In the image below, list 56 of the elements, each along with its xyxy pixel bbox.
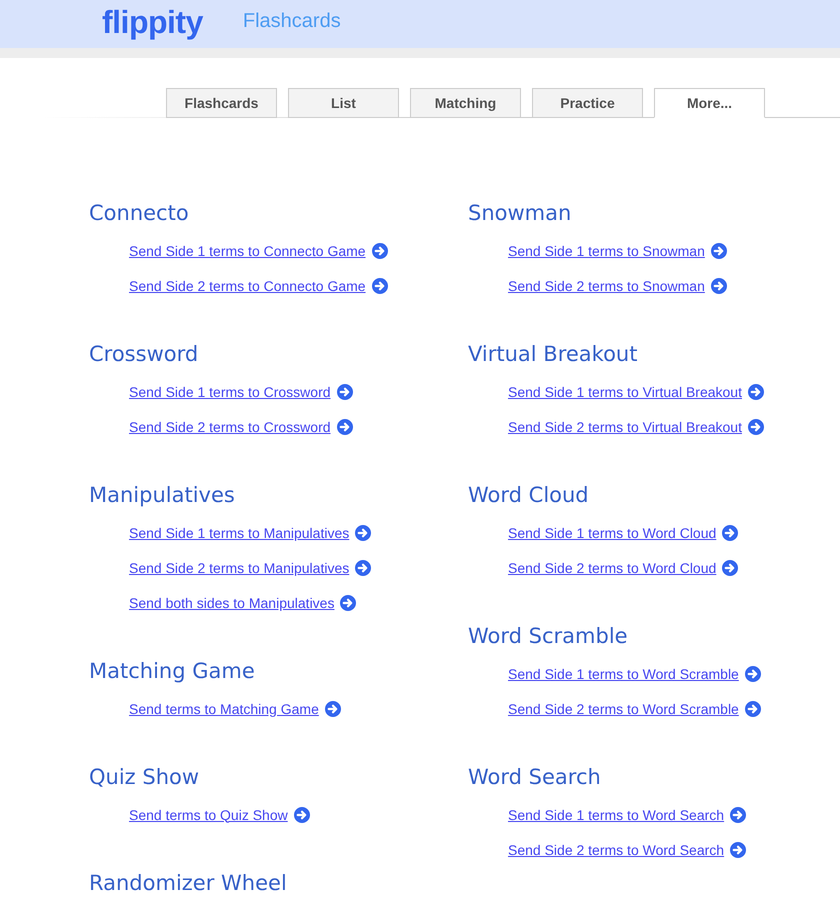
arrow-circle-icon[interactable] (748, 418, 764, 434)
arrow-circle-icon[interactable] (324, 700, 341, 716)
arrow-circle-icon[interactable] (372, 278, 388, 294)
logo[interactable]: flippity (102, 6, 203, 38)
send-link[interactable]: Send Side 1 terms to Word Cloud (508, 524, 716, 542)
arrow-circle-icon[interactable] (744, 700, 761, 716)
page-title: Flashcards (242, 11, 341, 31)
section-heading: Matching Game (89, 658, 255, 685)
section-heading: Connecto (89, 200, 189, 227)
send-link[interactable]: Send Side 2 terms to Snowman (508, 276, 705, 294)
arrow-circle-icon[interactable] (355, 560, 372, 576)
arrow-circle-icon[interactable] (294, 806, 310, 822)
tab[interactable]: Matching (410, 88, 521, 118)
send-link[interactable]: Send Side 1 terms to Virtual Breakout (508, 382, 742, 400)
send-link[interactable]: Send Side 1 terms to Snowman (508, 242, 705, 260)
tab[interactable]: List (288, 88, 399, 118)
send-link[interactable]: Send both sides to Manipulatives (129, 594, 334, 612)
send-link[interactable]: Send terms to Quiz Show (129, 806, 288, 824)
arrow-circle-icon[interactable] (744, 666, 761, 682)
tab[interactable]: More... (654, 88, 765, 118)
send-link[interactable]: Send Side 1 terms to Manipulatives (129, 524, 350, 542)
section-heading: Quiz Show (89, 764, 200, 791)
arrow-circle-icon[interactable] (722, 560, 738, 576)
send-link[interactable]: Send Side 2 terms to Manipulatives (129, 558, 350, 576)
arrow-circle-icon[interactable] (336, 384, 353, 400)
section-heading: Manipulatives (89, 482, 235, 509)
send-link[interactable]: Send Side 2 terms to Crossword (129, 418, 331, 436)
arrow-circle-icon[interactable] (710, 278, 727, 294)
send-link[interactable]: Send Side 1 terms to Connecto Game (129, 242, 366, 260)
arrow-circle-icon[interactable] (340, 594, 356, 610)
send-link[interactable]: Send Side 1 terms to Crossword (129, 382, 331, 400)
arrow-circle-icon[interactable] (748, 384, 764, 400)
section-heading: Randomizer Wheel (89, 870, 287, 897)
arrow-circle-icon[interactable] (710, 242, 727, 258)
tab[interactable]: Flashcards (166, 88, 277, 118)
arrow-circle-icon[interactable] (372, 242, 388, 258)
tab[interactable]: Practice (532, 88, 643, 118)
section-heading: Snowman (468, 200, 572, 227)
arrow-circle-icon[interactable] (355, 524, 372, 540)
send-link[interactable]: Send Side 1 terms to Word Scramble (508, 664, 739, 682)
section-heading: Crossword (89, 341, 198, 368)
section-heading: Virtual Breakout (468, 341, 638, 368)
arrow-circle-icon[interactable] (730, 806, 746, 822)
send-link[interactable]: Send Side 2 terms to Connecto Game (129, 276, 366, 294)
arrow-circle-icon[interactable] (730, 842, 746, 858)
send-link[interactable]: Send terms to Matching Game (129, 700, 319, 718)
send-link[interactable]: Send Side 2 terms to Virtual Breakout (508, 418, 742, 436)
section-heading: Word Search (468, 764, 601, 791)
section-heading: Word Scramble (468, 623, 628, 650)
send-link[interactable]: Send Side 2 terms to Word Search (508, 840, 724, 858)
arrow-circle-icon[interactable] (336, 418, 353, 434)
section-heading: Word Cloud (468, 482, 589, 509)
send-link[interactable]: Send Side 2 terms to Word Cloud (508, 558, 716, 576)
send-link[interactable]: Send Side 2 terms to Word Scramble (508, 700, 739, 718)
send-link[interactable]: Send Side 1 terms to Word Search (508, 806, 724, 824)
arrow-circle-icon[interactable] (722, 524, 738, 540)
